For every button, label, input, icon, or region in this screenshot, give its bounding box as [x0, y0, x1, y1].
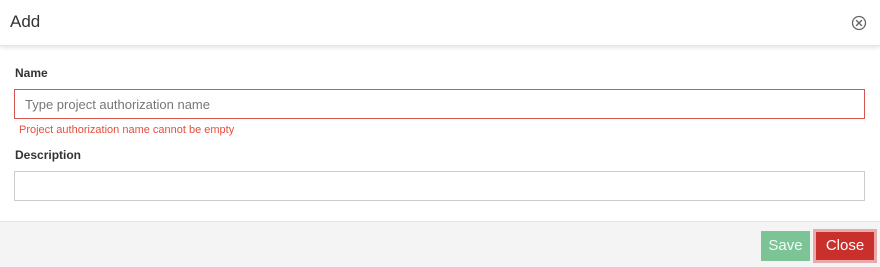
description-input[interactable] [14, 171, 865, 201]
close-circle-icon[interactable] [851, 15, 867, 31]
name-label: Name [15, 66, 48, 80]
name-error-message: Project authorization name cannot be emp… [19, 124, 235, 136]
dialog-header: Add [0, 0, 880, 46]
dialog-title: Add [10, 12, 41, 31]
dialog-footer: Save Close [0, 221, 880, 267]
name-input[interactable] [14, 89, 865, 119]
add-dialog: Add Name Project authorization name cann… [0, 0, 880, 267]
description-label: Description [15, 148, 82, 162]
save-button[interactable]: Save [761, 231, 810, 261]
close-button[interactable]: Close [816, 232, 874, 260]
